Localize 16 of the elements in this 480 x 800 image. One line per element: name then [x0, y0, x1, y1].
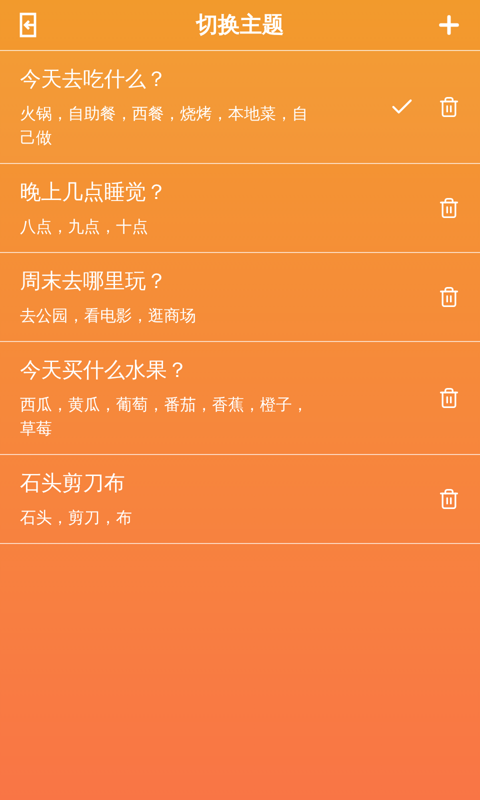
topic-row[interactable]: 周末去哪里玩？ 去公园，看电影，逛商场 [0, 253, 480, 342]
topic-row[interactable]: 今天去吃什么？ 火锅，自助餐，西餐，烧烤，本地菜，自己做 [0, 51, 480, 164]
topic-options: 西瓜，黄瓜，葡萄，番茄，香蕉，橙子，草莓 [20, 393, 382, 441]
topic-title: 晚上几点睡觉？ [20, 179, 168, 206]
topic-row[interactable]: 石头剪刀布 石头，剪刀，布 [0, 455, 480, 544]
page-title: 切换主题 [196, 12, 284, 40]
topic-title: 石头剪刀布 [20, 470, 126, 497]
topic-options: 去公园，看电影，逛商场 [20, 304, 382, 328]
topic-options: 八点，九点，十点 [20, 215, 382, 239]
topic-title: 周末去哪里玩？ [20, 268, 168, 295]
topic-title: 今天去吃什么？ [20, 66, 168, 93]
topic-row[interactable]: 晚上几点睡觉？ 八点，九点，十点 [0, 164, 480, 253]
topic-title: 今天买什么水果？ [20, 357, 189, 384]
topic-options: 石头，剪刀，布 [20, 506, 382, 530]
topic-row[interactable]: 今天买什么水果？ 西瓜，黄瓜，葡萄，番茄，香蕉，橙子，草莓 [0, 342, 480, 455]
topic-options: 火锅，自助餐，西餐，烧烤，本地菜，自己做 [20, 102, 382, 150]
